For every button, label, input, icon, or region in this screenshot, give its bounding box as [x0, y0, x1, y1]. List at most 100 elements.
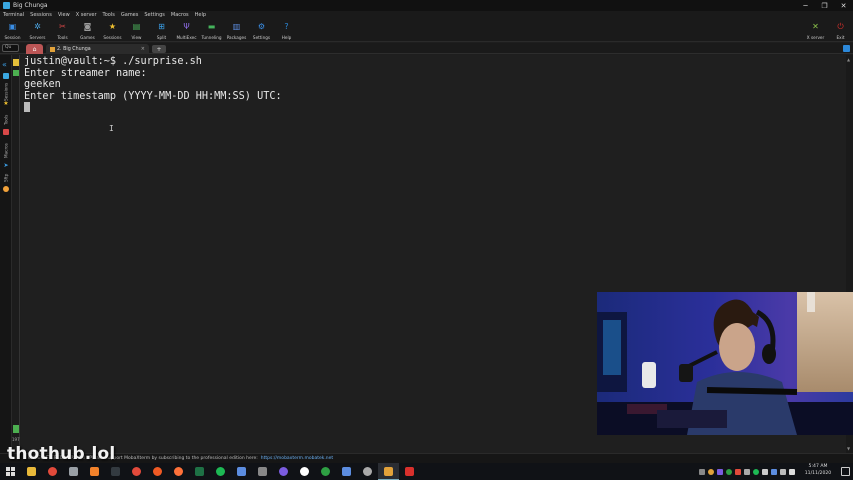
- sidebar-tab-tools[interactable]: Tools: [1, 111, 11, 129]
- menu-sessions[interactable]: Sessions: [30, 12, 56, 18]
- toolbar-view-button[interactable]: ▤ View: [124, 20, 149, 41]
- tray-icon[interactable]: [699, 468, 705, 475]
- taskbar-app[interactable]: [273, 463, 294, 480]
- window-controls: ─ ❐ ✕: [796, 0, 853, 11]
- menu-xserver[interactable]: X server: [76, 12, 101, 18]
- taskbar-app[interactable]: [294, 463, 315, 480]
- taskbar-app[interactable]: [168, 463, 189, 480]
- taskbar-app[interactable]: [231, 463, 252, 480]
- taskbar-app[interactable]: [42, 463, 63, 480]
- maximize-button[interactable]: ❐: [815, 0, 834, 11]
- sidebar-tab-sftp[interactable]: Sftp: [1, 171, 11, 185]
- brave-icon: [153, 467, 162, 476]
- menu-terminal[interactable]: Terminal: [3, 12, 28, 18]
- xbox-icon: [321, 467, 330, 476]
- calculator-icon: [405, 467, 414, 476]
- multiexec-icon: Ψ: [183, 22, 190, 31]
- windows-taskbar: 5:47 AM 11/11/2020: [0, 463, 853, 480]
- scroll-up-icon[interactable]: ▲: [847, 57, 850, 62]
- window-title: Big Chunga: [13, 2, 48, 9]
- quick-connect-input[interactable]: Qu: [2, 44, 19, 52]
- close-button[interactable]: ✕: [834, 0, 853, 11]
- status-icon: [13, 70, 19, 76]
- taskbar-app[interactable]: [378, 463, 399, 480]
- collapse-sidebar-icon[interactable]: «: [2, 60, 7, 69]
- menu-help[interactable]: Help: [195, 12, 210, 18]
- scroll-down-icon[interactable]: ▼: [847, 446, 850, 451]
- toolbar-settings-button[interactable]: ⚙ Settings: [249, 20, 274, 41]
- notifications-icon[interactable]: [841, 467, 850, 476]
- menu-view[interactable]: View: [58, 12, 74, 18]
- minimize-button[interactable]: ─: [796, 0, 815, 11]
- toolbar-sessions-button[interactable]: ★ Sessions: [100, 20, 125, 41]
- network-icon[interactable]: [780, 468, 786, 475]
- tray-icon[interactable]: [717, 468, 723, 475]
- sublime-icon: [90, 467, 99, 476]
- monitor-icon: [13, 425, 19, 433]
- tray-icon[interactable]: [753, 468, 759, 475]
- toolbar-session-button[interactable]: ▣ Session: [0, 20, 25, 41]
- terminal-line: Enter streamer name:: [24, 67, 147, 79]
- settings-icon: ⚙: [257, 22, 266, 31]
- terminal-cursor: [24, 102, 30, 113]
- taskbar-app[interactable]: [84, 463, 105, 480]
- tray-icon[interactable]: [708, 468, 714, 475]
- taskbar-app[interactable]: [147, 463, 168, 480]
- toolbar-exit-button[interactable]: ⏻ Exit: [828, 20, 853, 41]
- taskbar-clock[interactable]: 5:47 AM 11/11/2020: [801, 464, 835, 477]
- sidebar-tab-macros[interactable]: Macros: [1, 139, 11, 163]
- toolbar-servers-button[interactable]: ✲ Servers: [25, 20, 50, 41]
- taskbar-app[interactable]: [126, 463, 147, 480]
- taskbar-app[interactable]: [357, 463, 378, 480]
- chrome-alt-icon: [132, 467, 141, 476]
- tray-icon[interactable]: [771, 468, 777, 475]
- xserver-icon: ✕: [812, 22, 819, 31]
- toolbar-games-button[interactable]: ◙ Games: [75, 20, 100, 41]
- home-tab[interactable]: ⌂: [26, 44, 43, 54]
- toolbar-label: Servers: [29, 35, 46, 40]
- taskbar-app[interactable]: [315, 463, 336, 480]
- tab-big-chunga[interactable]: 2. Big Chunga ×: [46, 44, 149, 54]
- tab-close-icon[interactable]: ×: [141, 46, 145, 52]
- new-tab-button[interactable]: +: [152, 45, 166, 53]
- toolbar-multiexec-button[interactable]: Ψ MultiExec: [174, 20, 199, 41]
- taskbar-app[interactable]: [189, 463, 210, 480]
- toolbar-tunneling-button[interactable]: ▬ Tunneling: [199, 20, 224, 41]
- status-link[interactable]: https://mobaxterm.mobatek.net: [261, 456, 333, 461]
- tray-icon[interactable]: [726, 468, 732, 475]
- clock-icon: [363, 467, 372, 476]
- taskbar-app[interactable]: [336, 463, 357, 480]
- mobaxterm-icon: [384, 466, 393, 476]
- toolbar-split-button[interactable]: ⊞ Split: [149, 20, 174, 41]
- tray-icon[interactable]: [762, 468, 768, 475]
- menu-games[interactable]: Games: [121, 12, 143, 18]
- tray-icon[interactable]: [735, 468, 741, 475]
- volume-icon[interactable]: [789, 468, 795, 475]
- toolbar-packages-button[interactable]: ▥ Packages: [224, 20, 249, 41]
- files-icon: [237, 467, 246, 476]
- menu-macros[interactable]: Macros: [171, 12, 193, 18]
- terminal-line: justin@vault:~$ ./surprise.sh: [24, 56, 202, 67]
- toolbar-tools-button[interactable]: ✂ Tools: [50, 20, 75, 41]
- toolbar-label: Settings: [252, 35, 271, 40]
- toolbar-help-button[interactable]: ? Help: [274, 20, 299, 41]
- taskbar-app[interactable]: [399, 463, 420, 480]
- system-tray: [699, 463, 795, 480]
- tools-tab-icon: [3, 129, 9, 135]
- webcam-image: [597, 292, 853, 435]
- taskbar-app[interactable]: [252, 463, 273, 480]
- start-button[interactable]: [0, 463, 21, 480]
- toolbar-label: Tunneling: [201, 35, 222, 40]
- taskbar-app[interactable]: [21, 463, 42, 480]
- taskbar-app[interactable]: [105, 463, 126, 480]
- menu-settings[interactable]: Settings: [144, 12, 169, 18]
- taskbar-app[interactable]: [63, 463, 84, 480]
- terminal-gutter: 197: [12, 55, 20, 453]
- menu-bar: Terminal Sessions View X server Tools Ga…: [0, 11, 853, 19]
- tray-icon[interactable]: [744, 468, 750, 475]
- menu-tools[interactable]: Tools: [103, 12, 119, 18]
- folder-icon[interactable]: [13, 59, 19, 66]
- toolbar-x-server-button[interactable]: ✕ X server: [803, 20, 828, 41]
- taskbar-app[interactable]: [210, 463, 231, 480]
- attach-icon[interactable]: [843, 45, 850, 52]
